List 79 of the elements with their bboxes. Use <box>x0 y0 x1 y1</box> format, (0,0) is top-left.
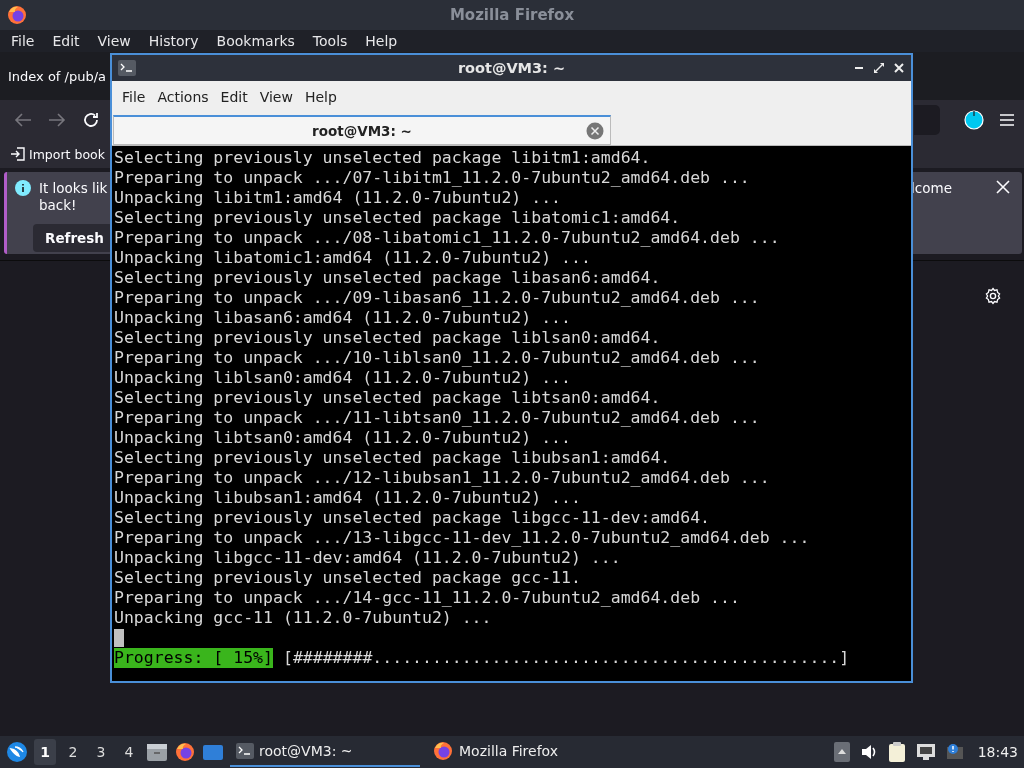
terminal-line: Unpacking libgcc-11-dev:amd64 (11.2.0-7ubuntu2) ... <box>114 548 621 568</box>
terminal-line: Unpacking gcc-11 (11.2.0-7ubuntu2) ... <box>114 608 492 628</box>
menu-item[interactable]: File <box>2 30 44 52</box>
firefox-icon[interactable] <box>432 740 454 762</box>
terminal-line: Selecting previously unselected package libtsan0:amd64. <box>114 388 661 408</box>
progress-text: [########...............................................] <box>282 648 850 668</box>
close-icon[interactable] <box>893 62 905 74</box>
reload-icon[interactable] <box>82 111 100 129</box>
menu-icon[interactable] <box>1000 114 1014 126</box>
network-icon[interactable] <box>915 743 936 761</box>
terminal-line: Unpacking libtsan0:amd64 (11.2.0-7ubuntu2) ... <box>114 428 571 448</box>
forward-icon[interactable] <box>48 112 66 128</box>
terminal-line: Preparing to unpack .../11-libtsan0_11.2.0-7ubuntu2_amd64.deb ... <box>114 408 760 428</box>
file-manager-icon[interactable] <box>146 742 168 762</box>
terminal-icon <box>118 60 136 76</box>
notification-icon[interactable] <box>945 743 964 761</box>
terminal-line: Preparing to unpack .../12-libubsan1_11.2.0-7ubuntu2_amd64.deb ... <box>114 468 770 488</box>
address-field[interactable] <box>914 105 940 135</box>
start-menu-icon[interactable] <box>6 741 28 763</box>
info-icon <box>15 180 31 196</box>
terminal-line: Selecting previously unselected package libitm1:amd64. <box>114 148 651 168</box>
terminal-line: Preparing to unpack .../07-libitm1_11.2.0-7ubuntu2_amd64.deb ... <box>114 168 750 188</box>
menu-item[interactable]: Help <box>356 30 407 52</box>
workspace-button[interactable]: 4 <box>118 739 140 765</box>
clipboard-icon[interactable] <box>887 741 906 763</box>
menu-item[interactable]: View <box>88 30 140 52</box>
close-tab-icon[interactable] <box>586 122 604 140</box>
menu-item[interactable]: Bookmarks <box>207 30 304 52</box>
terminal-line: Preparing to unpack .../10-liblsan0_11.2.0-7ubuntu2_amd64.deb ... <box>114 348 760 368</box>
terminal-line: Unpacking liblsan0:amd64 (11.2.0-7ubuntu2) ... <box>114 368 571 388</box>
maximize-icon[interactable] <box>873 62 885 74</box>
terminal-line: Selecting previously unselected package libgcc-11-dev:amd64. <box>114 508 711 528</box>
expand-tray-icon[interactable] <box>833 742 850 762</box>
terminal-line: Selecting previously unselected package gcc-11. <box>114 568 581 588</box>
terminal-line: Unpacking libasan6:amd64 (11.2.0-7ubuntu2) ... <box>114 308 571 328</box>
window-title: Mozilla Firefox <box>449 6 575 24</box>
menu-item[interactable]: View <box>253 89 299 105</box>
text-cursor <box>114 629 124 647</box>
refresh-button[interactable]: Refresh <box>33 224 113 252</box>
terminal-line: Preparing to unpack .../13-libgcc-11-dev_11.2.0-7ubuntu2_amd64.deb ... <box>114 528 810 548</box>
account-icon[interactable] <box>964 110 984 130</box>
terminal-line: Preparing to unpack .../09-libasan6_11.2.0-7ubuntu2_amd64.deb ... <box>114 288 760 308</box>
menu-item[interactable]: Tools <box>303 30 357 52</box>
notification-text: It looks lik <box>39 180 109 197</box>
workspace-button[interactable]: 3 <box>90 739 112 765</box>
window-title: root@VM3: ~ <box>457 60 566 76</box>
terminal-line: Unpacking libatomic1:amd64 (11.2.0-7ubuntu2) ... <box>114 248 591 268</box>
terminal-tab[interactable]: root@VM3: ~ <box>113 115 611 145</box>
import-icon <box>10 147 26 161</box>
menu-item[interactable]: Edit <box>214 89 254 105</box>
menu-item[interactable]: Help <box>298 89 343 105</box>
clock: 18:43 <box>977 744 1018 760</box>
menu-item[interactable]: History <box>139 30 208 52</box>
terminal-line: Selecting previously unselected package liblsan0:amd64. <box>114 328 661 348</box>
notification-text: back! <box>39 197 78 214</box>
back-icon[interactable] <box>14 112 32 128</box>
tab-title[interactable]: Index of /pub/a <box>8 68 107 84</box>
terminal-line: Selecting previously unselected package libatomic1:amd64. <box>114 208 681 228</box>
settings-icon[interactable] <box>984 287 1002 305</box>
workspace-button[interactable]: 2 <box>62 739 84 765</box>
workspace-button[interactable]: 1 <box>34 739 56 765</box>
terminal-line: Selecting previously unselected package libubsan1:amd64. <box>114 448 671 468</box>
bookmark-item[interactable]: Import book <box>29 146 105 162</box>
menu-item[interactable]: File <box>116 89 152 105</box>
volume-icon[interactable] <box>859 743 878 761</box>
terminal-line: Preparing to unpack .../14-gcc-11_11.2.0-7ubuntu2_amd64.deb ... <box>114 588 740 608</box>
taskbar-task[interactable]: root@VM3: ~ <box>230 737 420 767</box>
taskbar-task[interactable]: Mozilla Firefox <box>426 737 616 767</box>
menu-item[interactable]: Actions <box>151 89 215 105</box>
terminal-line: Preparing to unpack .../08-libatomic1_11.2.0-7ubuntu2_amd64.deb ... <box>114 228 780 248</box>
firefox-icon[interactable] <box>174 741 196 763</box>
terminal-icon <box>236 743 254 759</box>
terminal-line: Selecting previously unselected package libasan6:amd64. <box>114 268 661 288</box>
terminal-line: Unpacking libitm1:amd64 (11.2.0-7ubuntu2) ... <box>114 188 562 208</box>
window-icon[interactable] <box>202 743 224 761</box>
terminal-line: Unpacking libubsan1:amd64 (11.2.0-7ubuntu2) ... <box>114 488 581 508</box>
progress-label: Progress: [ 15%] <box>114 648 273 668</box>
firefox-icon[interactable] <box>6 4 28 26</box>
menu-item[interactable]: Edit <box>43 30 89 52</box>
